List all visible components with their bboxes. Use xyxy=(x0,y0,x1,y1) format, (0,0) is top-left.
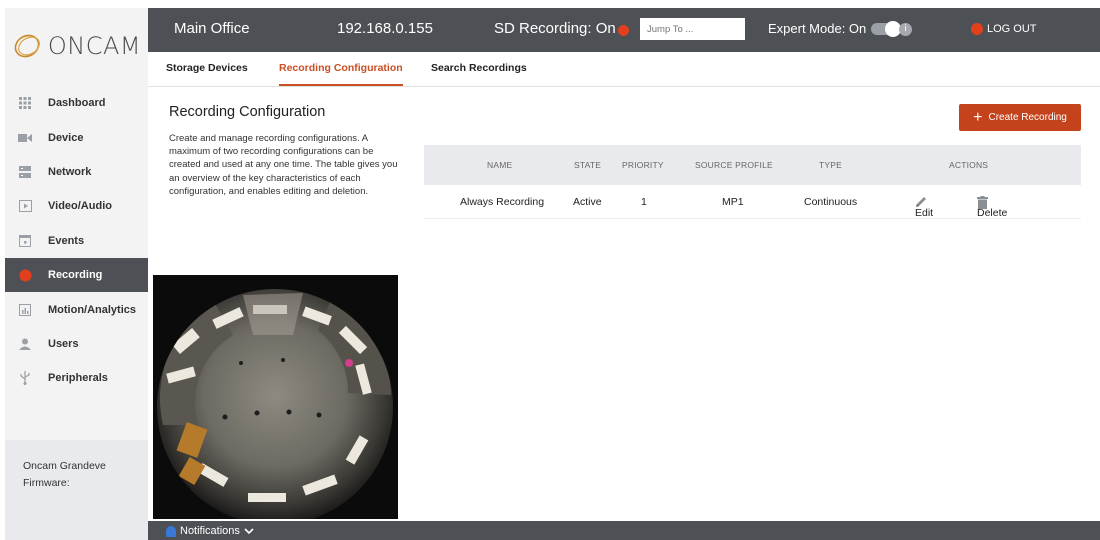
table-row[interactable]: Always Recording Active 1 MP1 Continuous… xyxy=(424,185,1081,219)
user-icon xyxy=(18,337,32,351)
sidebar-item-label: Events xyxy=(48,234,85,247)
tab-storage-devices[interactable]: Storage Devices xyxy=(166,52,248,86)
oncam-logo-mark-icon xyxy=(14,34,40,58)
record-dot-icon xyxy=(18,268,32,282)
notifications-toggle[interactable]: Notifications xyxy=(166,525,254,537)
sidebar-item-events[interactable]: Events xyxy=(5,224,148,258)
recording-indicator-icon xyxy=(618,25,629,36)
column-header-state: STATE xyxy=(574,160,602,170)
column-header-type: TYPE xyxy=(819,160,843,170)
create-recording-button[interactable]: + Create Recording xyxy=(959,104,1081,131)
top-header: Main Office 192.168.0.155 SD Recording: … xyxy=(148,8,1100,52)
sidebar-nav: Dashboard Device Network Video/Audio Eve… xyxy=(5,86,148,396)
sidebar-item-peripherals[interactable]: Peripherals xyxy=(5,361,148,395)
info-icon[interactable]: i xyxy=(899,23,912,36)
logout-label: LOG OUT xyxy=(987,23,1037,35)
edit-action[interactable]: Edit xyxy=(915,196,933,219)
sidebar-item-label: Dashboard xyxy=(48,97,106,110)
sidebar-item-video-audio[interactable]: Video/Audio xyxy=(5,189,148,223)
sidebar-item-dashboard[interactable]: Dashboard xyxy=(5,86,148,120)
sidebar-item-device[interactable]: Device xyxy=(5,120,148,154)
calendar-icon xyxy=(18,234,32,248)
sidebar-item-network[interactable]: Network xyxy=(5,155,148,189)
cell-type: Continuous xyxy=(804,196,858,208)
camera-icon xyxy=(18,131,32,145)
video-play-icon xyxy=(18,199,32,213)
sd-recording-status: SD Recording: On xyxy=(494,20,616,37)
ip-address: 192.168.0.155 xyxy=(337,20,433,37)
sidebar-item-label: Recording xyxy=(48,269,103,282)
dashboard-grid-icon xyxy=(18,96,32,110)
device-info-panel: Oncam Grandeve Firmware: xyxy=(5,440,148,540)
column-header-actions: ACTIONS xyxy=(949,160,989,170)
cell-source-profile: MP1 xyxy=(722,196,744,208)
fisheye-camera-image xyxy=(153,275,398,519)
sidebar: ONCAM Dashboard Device Network Video/Aud… xyxy=(5,8,148,540)
delete-label: Delete xyxy=(977,207,1008,219)
usb-icon xyxy=(18,371,32,386)
sidebar-item-users[interactable]: Users xyxy=(5,327,148,361)
logo-text: ONCAM xyxy=(47,32,142,60)
page-title: Recording Configuration xyxy=(169,104,326,120)
site-name: Main Office xyxy=(174,20,250,37)
tab-recording-configuration[interactable]: Recording Configuration xyxy=(279,52,403,86)
sidebar-item-label: Users xyxy=(48,337,79,350)
chevron-down-icon xyxy=(244,527,254,534)
device-name: Oncam Grandeve xyxy=(23,460,106,472)
expert-mode-label: Expert Mode: On xyxy=(768,21,867,36)
cell-priority: 1 xyxy=(641,196,647,208)
sidebar-item-label: Motion/Analytics xyxy=(48,303,137,316)
sidebar-item-motion-analytics[interactable]: Motion/Analytics xyxy=(5,292,148,326)
recording-config-table: NAME STATE PRIORITY SOURCE PROFILE TYPE … xyxy=(424,145,1081,219)
sidebar-item-label: Video/Audio xyxy=(48,200,112,213)
create-recording-label: Create Recording xyxy=(988,112,1067,123)
firmware-label: Firmware: xyxy=(23,477,70,489)
sub-tabs: Storage Devices Recording Configuration … xyxy=(148,52,1100,87)
network-server-icon xyxy=(18,165,32,179)
column-header-source-profile: SOURCE PROFILE xyxy=(695,160,773,170)
sidebar-item-label: Network xyxy=(48,165,92,178)
cell-name: Always Recording xyxy=(460,196,545,208)
sidebar-item-label: Device xyxy=(48,131,84,144)
oncam-logo[interactable]: ONCAM xyxy=(5,8,148,84)
bell-icon xyxy=(166,525,176,537)
delete-action[interactable]: Delete xyxy=(977,196,1007,219)
cell-state: Active xyxy=(573,196,602,208)
power-icon xyxy=(971,23,983,35)
sidebar-item-recording[interactable]: Recording xyxy=(5,257,148,293)
camera-preview[interactable] xyxy=(153,275,398,519)
page-description: Create and manage recording configuratio… xyxy=(169,133,398,197)
jump-to-input[interactable] xyxy=(640,18,745,40)
logout-button[interactable]: LOG OUT xyxy=(971,23,1037,35)
expert-mode-toggle[interactable] xyxy=(871,21,901,37)
edit-label: Edit xyxy=(915,207,934,219)
plus-icon: + xyxy=(973,108,983,126)
notifications-bar: Notifications xyxy=(148,521,1100,540)
sidebar-item-label: Peripherals xyxy=(48,372,108,385)
tab-search-recordings[interactable]: Search Recordings xyxy=(431,52,527,86)
analytics-chart-icon xyxy=(18,303,32,317)
table-header: NAME STATE PRIORITY SOURCE PROFILE TYPE … xyxy=(424,145,1081,185)
column-header-priority: PRIORITY xyxy=(622,160,664,170)
column-header-name: NAME xyxy=(487,160,513,170)
notifications-label: Notifications xyxy=(180,525,240,537)
